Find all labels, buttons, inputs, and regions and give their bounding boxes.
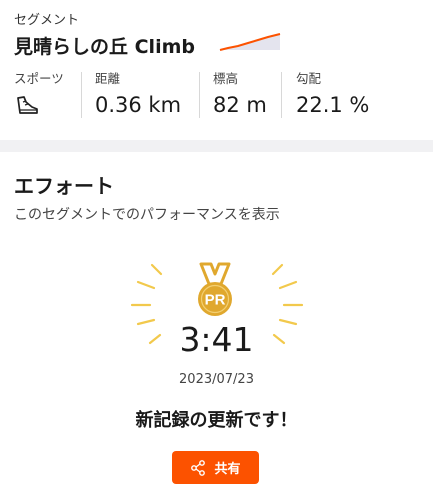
- stat-grade-label: 勾配: [296, 71, 322, 86]
- pr-message: 新記録の更新です！: [135, 410, 298, 431]
- effort-title: エフォート: [14, 174, 114, 198]
- effort-subtitle: このセグメントでのパフォーマンスを表示: [14, 207, 280, 223]
- stat-grade: 勾配 22.1 %: [296, 68, 369, 120]
- effort-card: エフォート このセグメントでのパフォーマンスを表示 PR 3:41 2023/0…: [0, 152, 433, 495]
- pr-medal-icon: PR: [198, 262, 232, 316]
- pr-date: 2023/07/23: [179, 372, 254, 387]
- stat-distance-value: 0.36 km: [95, 93, 182, 117]
- stat-divider: [281, 72, 282, 118]
- share-button-label: 共有: [214, 462, 241, 477]
- stat-distance-label: 距離: [95, 71, 121, 86]
- stat-elevation-value: 82 m: [213, 93, 267, 117]
- pr-medal-text: PR: [205, 292, 226, 309]
- stat-sport-label: スポーツ: [14, 71, 64, 86]
- stat-elevation: 標高 82 m: [213, 68, 267, 120]
- pr-time: 3:41: [179, 320, 254, 359]
- section-divider: [0, 140, 433, 152]
- share-button[interactable]: 共有: [172, 451, 259, 484]
- stat-sport: スポーツ: [14, 68, 64, 120]
- stat-divider: [199, 72, 200, 118]
- segment-section-label: セグメント: [14, 13, 80, 28]
- stat-distance: 距離 0.36 km: [95, 68, 181, 120]
- stat-elevation-label: 標高: [213, 71, 239, 86]
- stat-grade-value: 22.1 %: [296, 93, 370, 117]
- running-shoe-icon: [17, 96, 38, 114]
- share-icon: [191, 459, 206, 476]
- elevation-profile-sparkline: [219, 33, 281, 51]
- segment-title: 見晴らしの丘 Climb: [14, 36, 195, 58]
- segment-card: セグメント 見晴らしの丘 Climb スポーツ 距離 0.36 km 標高 82…: [0, 0, 433, 140]
- stat-divider: [81, 72, 82, 118]
